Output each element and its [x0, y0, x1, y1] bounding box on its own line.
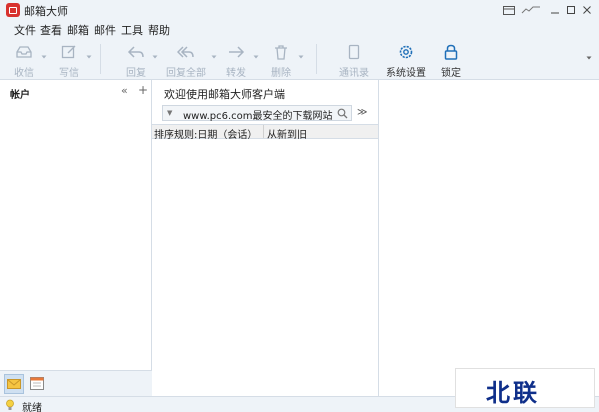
reply-all-icon	[177, 46, 194, 58]
expand-search-icon[interactable]: ≫	[357, 107, 367, 118]
app-logo-icon	[6, 3, 20, 17]
sort-divider	[263, 125, 264, 138]
contacts-icon	[348, 44, 360, 60]
mail-list-pane: 欢迎使用邮箱大师客户端 ▼ www.pc6.com最安全的下载网站 ≫ 排序规则…	[152, 80, 379, 396]
search-value: www.pc6.com最安全的下载网站	[183, 111, 333, 122]
forward-icon	[229, 46, 245, 58]
title-bar: 邮箱大师	[0, 0, 599, 20]
forward-dropdown-icon[interactable]	[253, 54, 259, 60]
menu-help[interactable]: 帮助	[148, 22, 170, 38]
delete-button[interactable]: 删除	[261, 40, 301, 79]
sort-bar: 排序规则:日期（会话） 从新到旧	[152, 124, 378, 141]
receive-button[interactable]: 收信	[4, 40, 44, 79]
forward-button[interactable]: 转发	[216, 40, 256, 79]
toolbar: 收信 写信 回复 回复全部 转发 删除 通讯录 系统设置 锁定	[0, 38, 599, 80]
reply-all-button[interactable]: 回复全部	[163, 40, 209, 79]
reply-dropdown-icon[interactable]	[152, 54, 158, 60]
search-scope-dropdown-icon[interactable]: ▼	[167, 109, 172, 117]
lock-button[interactable]: 锁定	[431, 40, 471, 79]
skin-icon[interactable]	[502, 2, 516, 18]
accounts-pane: 帐户 « +	[0, 80, 152, 396]
compose-dropdown-icon[interactable]	[86, 54, 92, 60]
watermark: 北联	[455, 368, 595, 408]
welcome-text: 欢迎使用邮箱大师客户端	[164, 88, 285, 101]
toolbar-separator	[316, 44, 317, 74]
add-account-icon[interactable]: +	[138, 83, 148, 97]
reply-button[interactable]: 回复	[116, 40, 156, 79]
toolbar-separator	[100, 44, 101, 74]
delete-dropdown-icon[interactable]	[298, 54, 304, 60]
maximize-button[interactable]	[564, 2, 578, 18]
gear-icon	[399, 45, 413, 59]
search-input[interactable]: ▼ www.pc6.com最安全的下载网站	[162, 105, 352, 122]
minimize-button[interactable]	[548, 2, 562, 18]
menu-bar: 文件 查看 邮箱 邮件 工具 帮助	[0, 20, 599, 38]
contacts-button[interactable]: 通讯录	[334, 40, 374, 79]
system-settings-button[interactable]: 系统设置	[384, 40, 428, 79]
inbox-icon	[16, 46, 32, 58]
trash-icon	[275, 45, 287, 60]
reading-pane	[379, 80, 599, 396]
sort-order-dropdown[interactable]: 从新到旧	[267, 126, 307, 141]
mail-view-button[interactable]	[4, 374, 24, 394]
watermark-text: 北联	[486, 379, 540, 407]
pane-switcher	[0, 370, 152, 396]
menu-view[interactable]: 查看	[40, 22, 62, 38]
calendar-icon	[30, 377, 44, 390]
calendar-view-button[interactable]	[28, 374, 48, 394]
menu-mail[interactable]: 邮件	[94, 22, 116, 38]
menu-mailbox[interactable]: 邮箱	[67, 22, 89, 38]
lightbulb-icon	[6, 399, 14, 410]
sort-rule-dropdown[interactable]: 排序规则:日期（会话）	[154, 126, 257, 141]
search-icon[interactable]	[337, 108, 348, 119]
app-title: 邮箱大师	[24, 5, 68, 18]
close-button[interactable]	[580, 2, 594, 18]
accounts-title: 帐户	[10, 90, 30, 101]
menu-tools[interactable]: 工具	[121, 22, 143, 38]
compose-icon	[61, 45, 76, 59]
menu-file[interactable]: 文件	[14, 22, 36, 38]
envelope-icon	[7, 379, 21, 389]
toolbar-overflow-icon[interactable]	[586, 55, 592, 61]
lock-icon	[444, 44, 458, 60]
compose-button[interactable]: 写信	[49, 40, 89, 79]
signal-icon[interactable]	[520, 2, 542, 18]
reply-icon	[127, 46, 144, 58]
receive-dropdown-icon[interactable]	[41, 54, 47, 60]
collapse-icon[interactable]: «	[121, 84, 128, 97]
status-text: 就绪	[22, 403, 42, 412]
